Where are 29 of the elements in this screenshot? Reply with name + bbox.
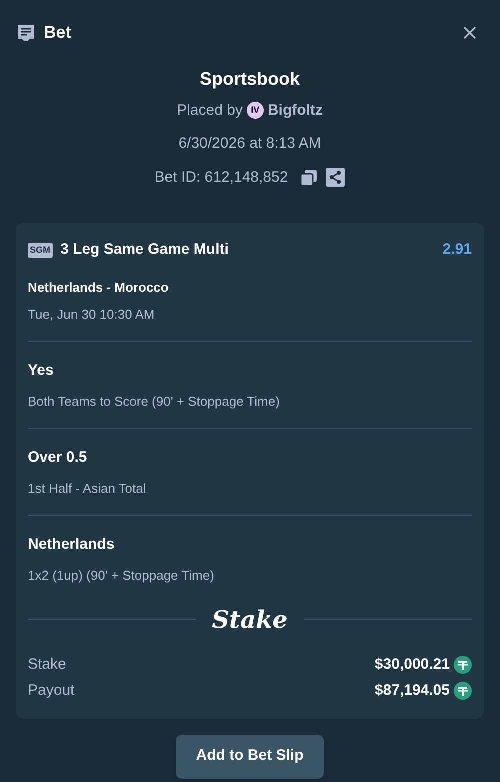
event-time: Tue, Jun 30 10:30 AM (28, 306, 156, 324)
leg-market: 1st Half - Asian Total (28, 480, 148, 498)
bet-id: Bet ID: 612,148,852 (154, 168, 288, 188)
receipt-icon (16, 22, 36, 43)
leg-selection: Yes (28, 360, 55, 380)
total-label: Payout (28, 681, 75, 701)
add-to-bet-slip-button[interactable]: Add to Bet Slip (176, 734, 324, 778)
total-amount: $30,000.21 (374, 654, 450, 674)
share-icon[interactable] (326, 168, 346, 188)
leg-selection: Netherlands (28, 534, 116, 554)
source-title: Sportsbook (200, 68, 300, 91)
brand-logo: Stake (212, 604, 288, 636)
copy-icon[interactable] (300, 168, 318, 187)
sgm-badge: SGM (28, 242, 53, 258)
leg-market: 1x2 (1up) (90' + Stoppage Time) (28, 567, 216, 585)
dialog-title: Bet (44, 22, 72, 44)
coin-icon (454, 656, 472, 674)
leg-selection: Over 0.5 (28, 448, 88, 468)
vip-badge: IV (246, 102, 264, 120)
total-amount: $87,194.05 (374, 681, 450, 701)
coin-icon (454, 682, 472, 700)
total-odds: 2.91 (442, 240, 472, 260)
placed-by-label: Placed by (177, 100, 243, 120)
leg-market: Both Teams to Score (90' + Stoppage Time) (28, 393, 281, 411)
bet-datetime: 6/30/2026 at 8:13 AM (178, 134, 322, 154)
bet-type-title: 3 Leg Same Game Multi (60, 240, 229, 260)
username: Bigfoltz (268, 100, 323, 120)
event-name: Netherlands - Morocco (28, 278, 170, 296)
total-label: Stake (28, 654, 66, 674)
